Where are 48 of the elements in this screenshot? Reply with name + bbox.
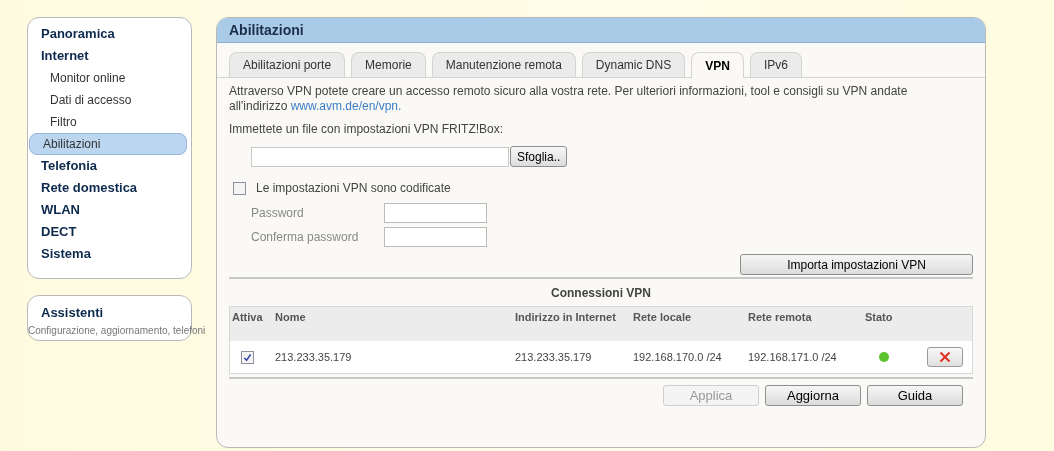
nav-item[interactable]: Sistema [32, 243, 187, 265]
tab[interactable]: Manutenzione remota [431, 52, 576, 77]
tab[interactable]: Dynamic DNS [581, 52, 686, 77]
action-button[interactable]: Guida [867, 385, 963, 406]
intro-text: Attraverso VPN potete creare un accesso remoto sicuro alla vostra rete. Per ulteriori informazioni, tool e consigli su VPN andate all'indirizzo www.avm.de/en/vpn. [229, 84, 909, 114]
tab[interactable]: Abilitazioni porte [229, 52, 346, 77]
nav-item[interactable]: Telefonia [32, 155, 187, 177]
assistant-title[interactable]: Assistenti [41, 303, 178, 323]
field-label: Password [251, 205, 305, 222]
close-icon [939, 351, 951, 363]
column-header: Nome [275, 311, 307, 325]
password-field[interactable] [384, 227, 487, 247]
field-label: Conferma password [251, 229, 360, 246]
table-cell-text: 213.233.35.179 [515, 349, 593, 365]
tab[interactable]: IPv6 [749, 52, 802, 77]
connections-title: Connessioni VPN [550, 285, 652, 302]
nav-item[interactable]: DECT [32, 221, 187, 243]
table-cell-text: 192.168.171.0 /24 [748, 349, 838, 365]
nav-subitem[interactable]: Dati di accesso [40, 89, 187, 111]
panel-title: Abilitazioni [217, 18, 985, 43]
action-button[interactable]: Aggiorna [765, 385, 861, 406]
column-header: Indirizzo in Internet [515, 311, 617, 325]
column-header: Rete locale [633, 311, 693, 325]
table-cell-text: 213.233.35.179 [275, 349, 353, 365]
browse-button[interactable]: Sfoglia.. [510, 146, 568, 167]
column-header: Attiva [231, 311, 264, 325]
assistant-description: Configurazione, aggiornamento, telefoni [28, 323, 206, 338]
nav-subitem[interactable]: Filtro [40, 111, 187, 133]
tab[interactable]: Memorie [351, 52, 426, 77]
nav-item[interactable]: Panoramica [32, 23, 187, 45]
file-prompt: Immettete un file con impostazioni VPN FRITZ!Box: [229, 121, 505, 138]
delete-button[interactable] [927, 347, 963, 367]
nav-subitem[interactable]: Monitor online [40, 67, 187, 89]
active-checkbox[interactable] [241, 350, 254, 364]
import-button[interactable]: Importa impostazioni VPN [740, 254, 973, 275]
checkbox-label: Le impostazioni VPN sono codificate [256, 180, 451, 197]
password-field[interactable] [384, 203, 487, 223]
column-header: Rete remota [748, 311, 813, 325]
column-header: Stato [865, 311, 894, 325]
encrypted-checkbox[interactable] [233, 181, 246, 195]
file-path-field[interactable] [251, 146, 509, 167]
nav-item[interactable]: Rete domestica [32, 177, 187, 199]
nav-item[interactable]: WLAN [32, 199, 187, 221]
table-cell-text: 192.168.170.0 /24 [633, 349, 723, 365]
nav-item[interactable]: Internet [32, 45, 187, 67]
tab[interactable]: VPN [691, 52, 744, 78]
nav-subitem[interactable]: Abilitazioni [29, 133, 187, 155]
vpn-info-link[interactable]: www.avm.de/en/vpn. [290, 99, 402, 113]
